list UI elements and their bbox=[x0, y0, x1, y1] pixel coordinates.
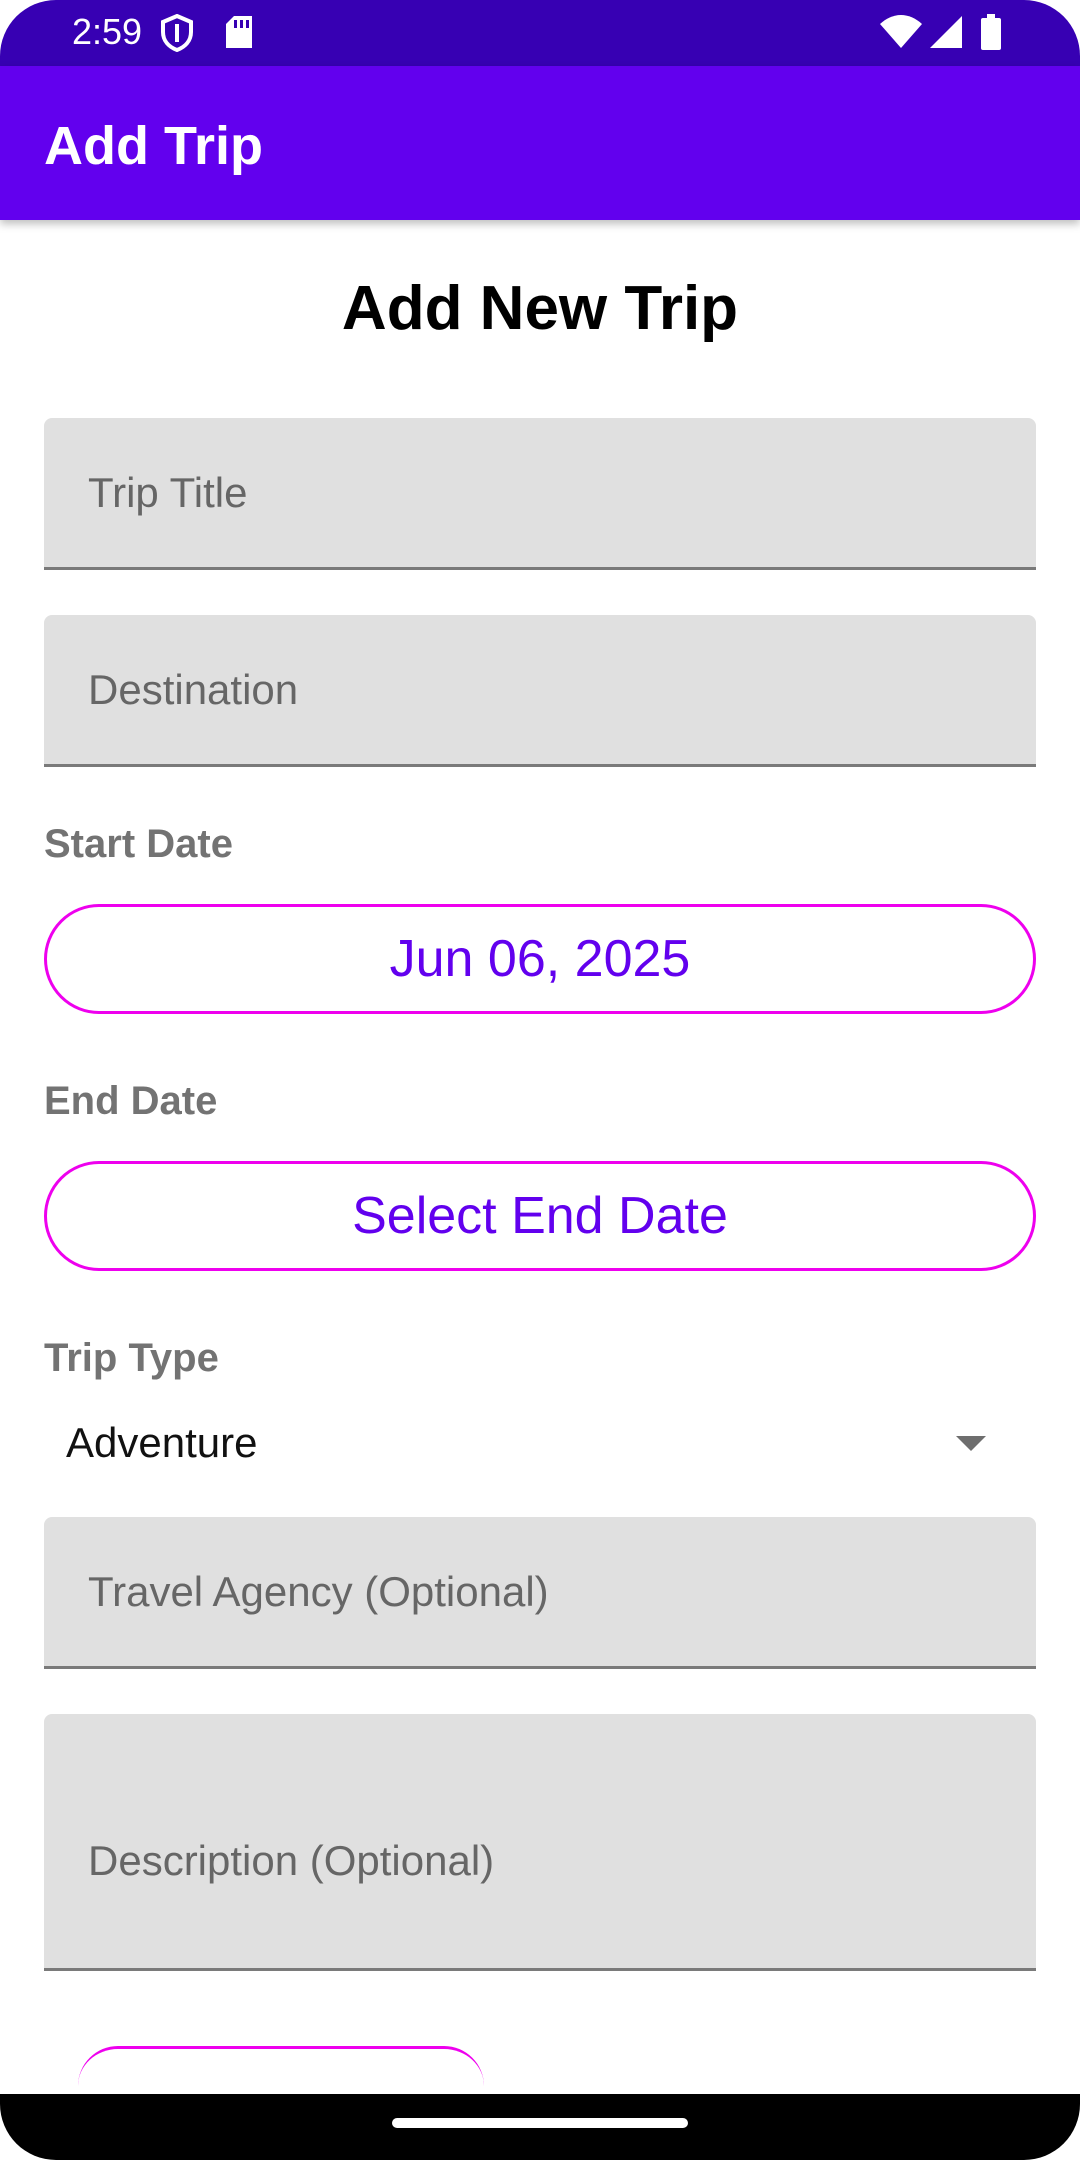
description-field[interactable]: Description (Optional) bbox=[44, 1714, 1036, 1971]
end-date-label: End Date bbox=[44, 1079, 218, 1123]
description-placeholder: Description (Optional) bbox=[88, 1837, 495, 1884]
trip-title-field[interactable]: Trip Title bbox=[44, 418, 1036, 570]
signal-icon bbox=[928, 14, 964, 55]
status-time: 2:59 bbox=[72, 11, 143, 52]
home-gesture-handle[interactable] bbox=[392, 2118, 688, 2128]
trip-title-placeholder: Trip Title bbox=[88, 469, 248, 516]
end-date-button[interactable]: Select End Date bbox=[44, 1161, 1036, 1271]
battery-icon bbox=[980, 14, 1002, 57]
travel-agency-field[interactable]: Travel Agency (Optional) bbox=[44, 1517, 1036, 1669]
app-bar-title: Add Trip bbox=[44, 116, 263, 176]
destination-field[interactable]: Destination bbox=[44, 615, 1036, 767]
trip-type-label: Trip Type bbox=[44, 1336, 219, 1380]
status-bar: 2:59 bbox=[0, 0, 1080, 66]
start-date-button[interactable]: Jun 06, 2025 bbox=[44, 904, 1036, 1014]
wifi-icon bbox=[878, 14, 924, 55]
app-bar: Add Trip bbox=[0, 66, 1080, 220]
dropdown-arrow-icon bbox=[956, 1436, 986, 1457]
trip-type-selected: Adventure bbox=[66, 1419, 258, 1466]
navigation-bar bbox=[0, 2094, 1080, 2160]
trip-type-dropdown[interactable]: Adventure bbox=[44, 1408, 1036, 1478]
page-title: Add New Trip bbox=[341, 274, 739, 343]
destination-placeholder: Destination bbox=[88, 666, 299, 713]
shield-icon bbox=[160, 13, 194, 57]
sd-card-icon bbox=[224, 14, 254, 55]
travel-agency-placeholder: Travel Agency (Optional) bbox=[88, 1568, 549, 1615]
start-date-label: Start Date bbox=[44, 822, 233, 866]
save-trip-button[interactable] bbox=[78, 2046, 484, 2086]
